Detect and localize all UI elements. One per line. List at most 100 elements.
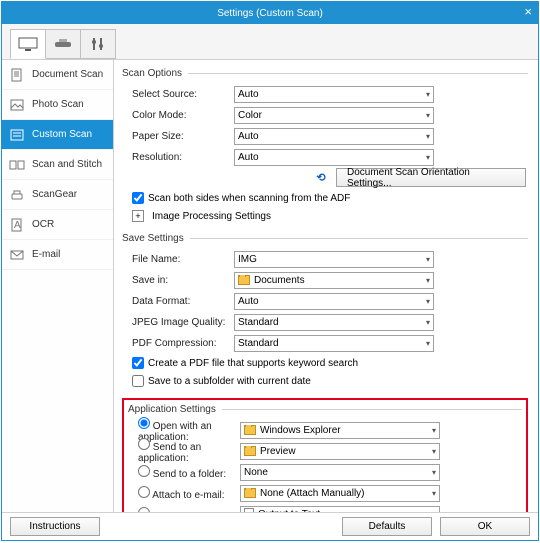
send-app-radio[interactable] xyxy=(138,438,150,450)
resolution-label: Resolution: xyxy=(122,152,234,163)
image-processing-label: Image Processing Settings xyxy=(152,211,271,222)
jpeg-quality-dropdown[interactable]: Standard▾ xyxy=(234,314,434,331)
sidebar-item-label: ScanGear xyxy=(32,189,77,200)
pdf-compression-dropdown[interactable]: Standard▾ xyxy=(234,335,434,352)
sidebar-item-label: Custom Scan xyxy=(32,129,92,140)
file-name-combo[interactable]: IMG▾ xyxy=(234,251,434,268)
chevron-down-icon: ▾ xyxy=(426,255,430,264)
sidebar-item-label: OCR xyxy=(32,219,54,230)
chevron-down-icon: ▾ xyxy=(426,90,430,99)
save-in-dropdown[interactable]: Documents▾ xyxy=(234,272,434,289)
instructions-button[interactable]: Instructions xyxy=(10,517,100,536)
scanner-icon xyxy=(52,36,74,52)
data-format-dropdown[interactable]: Auto▾ xyxy=(234,293,434,310)
both-sides-checkbox[interactable] xyxy=(132,192,144,204)
monitor-icon xyxy=(17,36,39,52)
sidebar-item-custom-scan[interactable]: Custom Scan xyxy=(2,120,113,150)
folder-icon xyxy=(244,425,256,435)
sidebar-item-document-scan[interactable]: Document Scan xyxy=(2,60,113,90)
paper-size-dropdown[interactable]: Auto▾ xyxy=(234,128,434,145)
sidebar: Document Scan Photo Scan Custom Scan Sca… xyxy=(2,60,114,512)
folder-icon xyxy=(244,446,256,456)
sidebar-item-label: Scan and Stitch xyxy=(32,159,102,170)
scan-options-legend: Scan Options xyxy=(122,68,188,79)
chevron-down-icon: ▾ xyxy=(432,468,436,477)
svg-text:A: A xyxy=(14,220,21,231)
window-title: Settings (Custom Scan) xyxy=(217,8,323,19)
sidebar-item-photo-scan[interactable]: Photo Scan xyxy=(2,90,113,120)
ok-button[interactable]: OK xyxy=(440,517,530,536)
bottom-bar: Instructions Defaults OK xyxy=(2,512,538,540)
chevron-down-icon: ▾ xyxy=(426,111,430,120)
application-settings-group: Application Settings Open with an applic… xyxy=(128,404,522,512)
folder-icon xyxy=(238,275,250,285)
refresh-icon[interactable]: ⟲ xyxy=(314,171,328,184)
chevron-down-icon: ▾ xyxy=(426,153,430,162)
keyword-search-checkbox[interactable] xyxy=(132,357,144,369)
chevron-down-icon: ▾ xyxy=(426,318,430,327)
attach-email-dropdown[interactable]: None (Attach Manually)▾ xyxy=(240,485,440,502)
custom-icon xyxy=(8,128,26,142)
document-icon xyxy=(8,68,26,82)
sliders-icon xyxy=(87,36,109,52)
send-folder-label: Send to a folder: xyxy=(153,469,226,480)
stitch-icon xyxy=(8,158,26,172)
folder-icon xyxy=(244,488,256,498)
email-icon xyxy=(8,248,26,262)
sidebar-item-ocr[interactable]: A OCR xyxy=(2,210,113,240)
file-name-label: File Name: xyxy=(122,254,234,265)
attach-email-label: Attach to e-mail: xyxy=(152,490,224,501)
tab-scan-from-panel[interactable] xyxy=(45,29,81,59)
sidebar-item-label: E-mail xyxy=(32,249,60,260)
chevron-down-icon: ▾ xyxy=(432,447,436,456)
color-mode-label: Color Mode: xyxy=(122,110,234,121)
send-app-dropdown[interactable]: Preview▾ xyxy=(240,443,440,460)
open-app-dropdown[interactable]: Windows Explorer▾ xyxy=(240,422,440,439)
titlebar: Settings (Custom Scan) × xyxy=(2,2,538,24)
keyword-search-label: Create a PDF file that supports keyword … xyxy=(148,358,358,369)
attach-email-radio[interactable] xyxy=(138,486,150,498)
color-mode-dropdown[interactable]: Color▾ xyxy=(234,107,434,124)
send-folder-radio[interactable] xyxy=(138,465,150,477)
subfolder-checkbox[interactable] xyxy=(132,375,144,387)
open-app-radio[interactable] xyxy=(138,417,150,429)
resolution-dropdown[interactable]: Auto▾ xyxy=(234,149,434,166)
chevron-down-icon: ▾ xyxy=(426,339,430,348)
select-source-dropdown[interactable]: Auto▾ xyxy=(234,86,434,103)
sidebar-item-label: Photo Scan xyxy=(32,99,84,110)
both-sides-label: Scan both sides when scanning from the A… xyxy=(148,193,350,204)
chevron-down-icon: ▾ xyxy=(426,276,430,285)
select-source-label: Select Source: xyxy=(122,89,234,100)
application-settings-legend: Application Settings xyxy=(128,404,222,415)
top-tab-strip xyxy=(2,24,538,60)
send-folder-dropdown[interactable]: None▾ xyxy=(240,464,440,481)
subfolder-label: Save to a subfolder with current date xyxy=(148,376,311,387)
orientation-settings-button[interactable]: Document Scan Orientation Settings... xyxy=(336,168,526,187)
photo-icon xyxy=(8,98,26,112)
scan-options-group: Scan Options Select Source:Auto▾ Color M… xyxy=(122,68,528,227)
save-settings-legend: Save Settings xyxy=(122,233,190,244)
expand-icon[interactable]: + xyxy=(132,210,144,222)
tab-scan-from-computer[interactable] xyxy=(10,29,46,59)
sidebar-item-email[interactable]: E-mail xyxy=(2,240,113,270)
close-icon[interactable]: × xyxy=(524,4,532,19)
content-panel: Scan Options Select Source:Auto▾ Color M… xyxy=(114,60,538,512)
jpeg-quality-label: JPEG Image Quality: xyxy=(122,317,234,328)
defaults-button[interactable]: Defaults xyxy=(342,517,432,536)
sidebar-item-scan-stitch[interactable]: Scan and Stitch xyxy=(2,150,113,180)
save-in-label: Save in: xyxy=(122,275,234,286)
chevron-down-icon: ▾ xyxy=(432,426,436,435)
tab-general-settings[interactable] xyxy=(80,29,116,59)
sidebar-item-scangear[interactable]: ScanGear xyxy=(2,180,113,210)
data-format-label: Data Format: xyxy=(122,296,234,307)
chevron-down-icon: ▾ xyxy=(426,132,430,141)
chevron-down-icon: ▾ xyxy=(432,489,436,498)
save-settings-group: Save Settings File Name:IMG▾ Save in:Doc… xyxy=(122,233,528,392)
paper-size-label: Paper Size: xyxy=(122,131,234,142)
sidebar-item-label: Document Scan xyxy=(32,69,103,80)
scangear-icon xyxy=(8,188,26,202)
ocr-icon: A xyxy=(8,218,26,232)
settings-window: Settings (Custom Scan) × Document Scan P… xyxy=(1,1,539,541)
chevron-down-icon: ▾ xyxy=(426,297,430,306)
application-settings-highlight: Application Settings Open with an applic… xyxy=(122,398,528,512)
